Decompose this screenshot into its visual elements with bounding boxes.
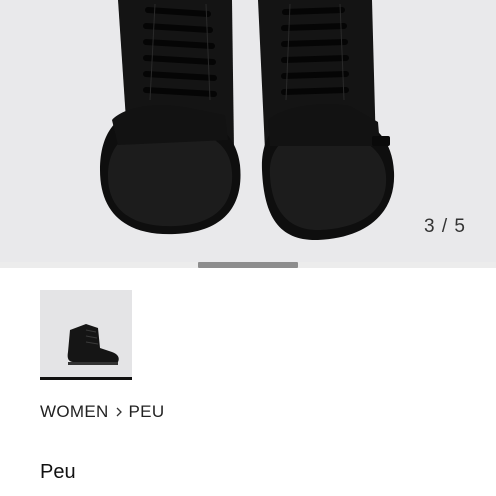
chevron-right-icon bbox=[116, 407, 122, 417]
thumbnail-boot-image bbox=[67, 324, 119, 365]
breadcrumb: WOMEN PEU bbox=[40, 402, 164, 422]
thumbnail-strip bbox=[40, 290, 132, 378]
product-image bbox=[100, 0, 395, 241]
thumbnail-selected-indicator bbox=[40, 377, 132, 380]
thumbnail-1[interactable] bbox=[40, 290, 132, 378]
right-boot bbox=[258, 0, 395, 241]
product-image-gallery[interactable]: 3 / 5 bbox=[0, 0, 496, 262]
product-title: Peu bbox=[40, 461, 76, 483]
scrollbar-thumb[interactable] bbox=[198, 262, 298, 268]
breadcrumb-peu[interactable]: PEU bbox=[129, 402, 165, 422]
left-boot bbox=[100, 0, 241, 235]
breadcrumb-women[interactable]: WOMEN bbox=[40, 402, 109, 422]
gallery-scrollbar[interactable] bbox=[0, 262, 496, 268]
image-counter: 3 / 5 bbox=[424, 216, 466, 237]
